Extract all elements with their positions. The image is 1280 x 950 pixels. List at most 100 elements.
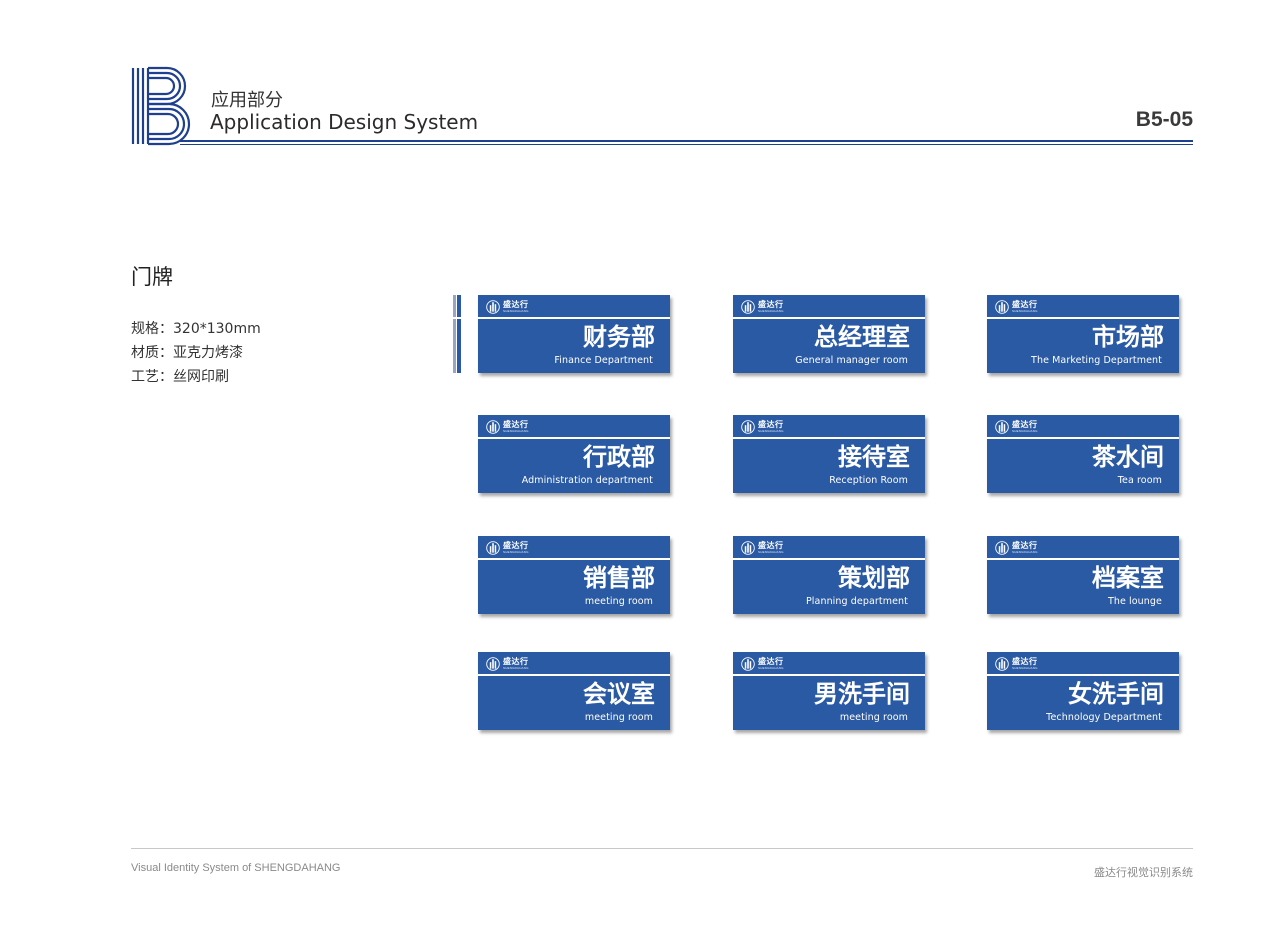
spec-material: 材质：亚克力烤漆 xyxy=(131,345,243,361)
sign-brand: 盛达行 SHENGDAHANG xyxy=(995,419,1038,435)
sign-brand-sub: SHENGDAHANG xyxy=(758,550,784,554)
sign-brand: 盛达行 SHENGDAHANG xyxy=(995,299,1038,315)
sign-divider xyxy=(478,674,670,676)
sign-divider xyxy=(987,558,1179,560)
brand-building-icon xyxy=(486,657,500,671)
door-sign: 盛达行 SHENGDAHANG 财务部 Finance Department xyxy=(478,295,670,373)
sign-brand-sub: SHENGDAHANG xyxy=(758,666,784,670)
sign-brand-name: 盛达行 xyxy=(758,657,784,666)
sign-brand: 盛达行 SHENGDAHANG xyxy=(486,419,529,435)
spec-process: 工艺：丝网印刷 xyxy=(131,369,229,385)
sign-brand-name: 盛达行 xyxy=(503,300,529,309)
sign-brand-name: 盛达行 xyxy=(1012,657,1038,666)
sign-name-en: General manager room xyxy=(795,355,908,366)
sign-divider xyxy=(733,558,925,560)
sign-brand-name: 盛达行 xyxy=(758,300,784,309)
sign-name-cn: 会议室 xyxy=(583,680,655,708)
section-title-en: Application Design System xyxy=(210,110,479,134)
sign-brand-sub: SHENGDAHANG xyxy=(1012,550,1038,554)
sign-divider xyxy=(733,317,925,319)
sign-divider xyxy=(478,558,670,560)
sign-divider xyxy=(987,674,1179,676)
sign-brand-name: 盛达行 xyxy=(758,541,784,550)
sign-divider xyxy=(733,437,925,439)
door-sign: 盛达行 SHENGDAHANG 档案室 The lounge xyxy=(987,536,1179,614)
door-sign: 盛达行 SHENGDAHANG 策划部 Planning department xyxy=(733,536,925,614)
door-sign: 盛达行 SHENGDAHANG 总经理室 General manager room xyxy=(733,295,925,373)
sign-brand-name: 盛达行 xyxy=(503,657,529,666)
brand-building-icon xyxy=(741,657,755,671)
sign-name-cn: 茶水间 xyxy=(1092,443,1164,471)
header-rule-thin xyxy=(180,144,1193,145)
sign-brand: 盛达行 SHENGDAHANG xyxy=(486,299,529,315)
door-sign: 盛达行 SHENGDAHANG 女洗手间 Technology Department xyxy=(987,652,1179,730)
sign-brand-sub: SHENGDAHANG xyxy=(1012,666,1038,670)
page-code: B5-05 xyxy=(1135,108,1193,131)
sign-brand-name: 盛达行 xyxy=(1012,420,1038,429)
sign-brand: 盛达行 SHENGDAHANG xyxy=(486,540,529,556)
door-sign: 盛达行 SHENGDAHANG 接待室 Reception Room xyxy=(733,415,925,493)
sign-name-cn: 销售部 xyxy=(583,564,655,592)
sign-name-cn: 男洗手间 xyxy=(814,680,910,708)
sign-name-en: meeting room xyxy=(584,596,653,607)
brand-building-icon xyxy=(995,541,1009,555)
sign-brand-name: 盛达行 xyxy=(503,420,529,429)
door-sign: 盛达行 SHENGDAHANG 会议室 meeting room xyxy=(478,652,670,730)
sign-brand-sub: SHENGDAHANG xyxy=(1012,309,1038,313)
header-rule xyxy=(180,140,1193,142)
sign-brand: 盛达行 SHENGDAHANG xyxy=(741,540,784,556)
sign-brand-sub: SHENGDAHANG xyxy=(1012,429,1038,433)
sign-name-en: The lounge xyxy=(1107,596,1162,607)
footer-right-text: 盛达行视觉识别系统 xyxy=(1094,866,1193,879)
door-sign: 盛达行 SHENGDAHANG 销售部 meeting room xyxy=(478,536,670,614)
brand-b-logo-icon xyxy=(131,66,191,146)
door-sign: 盛达行 SHENGDAHANG 男洗手间 meeting room xyxy=(733,652,925,730)
sign-brand-name: 盛达行 xyxy=(1012,541,1038,550)
sign-name-cn: 市场部 xyxy=(1092,323,1164,351)
sign-brand-name: 盛达行 xyxy=(758,420,784,429)
sign-brand: 盛达行 SHENGDAHANG xyxy=(741,419,784,435)
sign-name-en: meeting room xyxy=(584,712,653,723)
sign-name-cn: 行政部 xyxy=(583,443,655,471)
sign-divider xyxy=(987,437,1179,439)
sign-name-cn: 策划部 xyxy=(838,564,910,592)
sign-name-en: meeting room xyxy=(839,712,908,723)
sign-name-en: Technology Department xyxy=(1046,712,1162,723)
sign-name-cn: 接待室 xyxy=(838,443,910,471)
sign-name-cn: 财务部 xyxy=(583,323,655,351)
sign-brand-name: 盛达行 xyxy=(503,541,529,550)
sign-edge-view xyxy=(453,295,461,373)
section-title-cn: 应用部分 xyxy=(211,90,283,111)
door-sign: 盛达行 SHENGDAHANG 茶水间 Tea room xyxy=(987,415,1179,493)
sign-brand-sub: SHENGDAHANG xyxy=(503,666,529,670)
sign-brand-name: 盛达行 xyxy=(1012,300,1038,309)
sign-divider xyxy=(478,437,670,439)
brand-building-icon xyxy=(741,541,755,555)
sign-name-en: Tea room xyxy=(1117,475,1162,486)
sign-divider xyxy=(987,317,1179,319)
sign-brand-sub: SHENGDAHANG xyxy=(758,429,784,433)
sign-brand-sub: SHENGDAHANG xyxy=(503,550,529,554)
sign-name-cn: 总经理室 xyxy=(814,323,910,351)
sign-brand-sub: SHENGDAHANG xyxy=(503,309,529,313)
footer-left-text: Visual Identity System of SHENGDAHANG xyxy=(131,862,341,874)
brand-building-icon xyxy=(741,420,755,434)
page-title: 门牌 xyxy=(131,265,173,289)
sign-name-en: Planning department xyxy=(805,596,908,607)
sign-brand: 盛达行 SHENGDAHANG xyxy=(486,656,529,672)
brand-building-icon xyxy=(486,541,500,555)
sign-brand: 盛达行 SHENGDAHANG xyxy=(995,540,1038,556)
sign-brand: 盛达行 SHENGDAHANG xyxy=(995,656,1038,672)
brand-building-icon xyxy=(995,300,1009,314)
brand-building-icon xyxy=(741,300,755,314)
sign-divider xyxy=(733,674,925,676)
sign-name-en: The Marketing Department xyxy=(1031,355,1162,366)
door-sign: 盛达行 SHENGDAHANG 市场部 The Marketing Departmen… xyxy=(987,295,1179,373)
brand-building-icon xyxy=(995,657,1009,671)
door-sign: 盛达行 SHENGDAHANG 行政部 Administration departme… xyxy=(478,415,670,493)
sign-brand-sub: SHENGDAHANG xyxy=(503,429,529,433)
spec-list: 规格：320*130mm 材质：亚克力烤漆 工艺：丝网印刷 xyxy=(131,317,261,389)
footer-rule xyxy=(131,848,1193,849)
sign-brand: 盛达行 SHENGDAHANG xyxy=(741,656,784,672)
sign-name-en: Administration department xyxy=(521,475,653,486)
